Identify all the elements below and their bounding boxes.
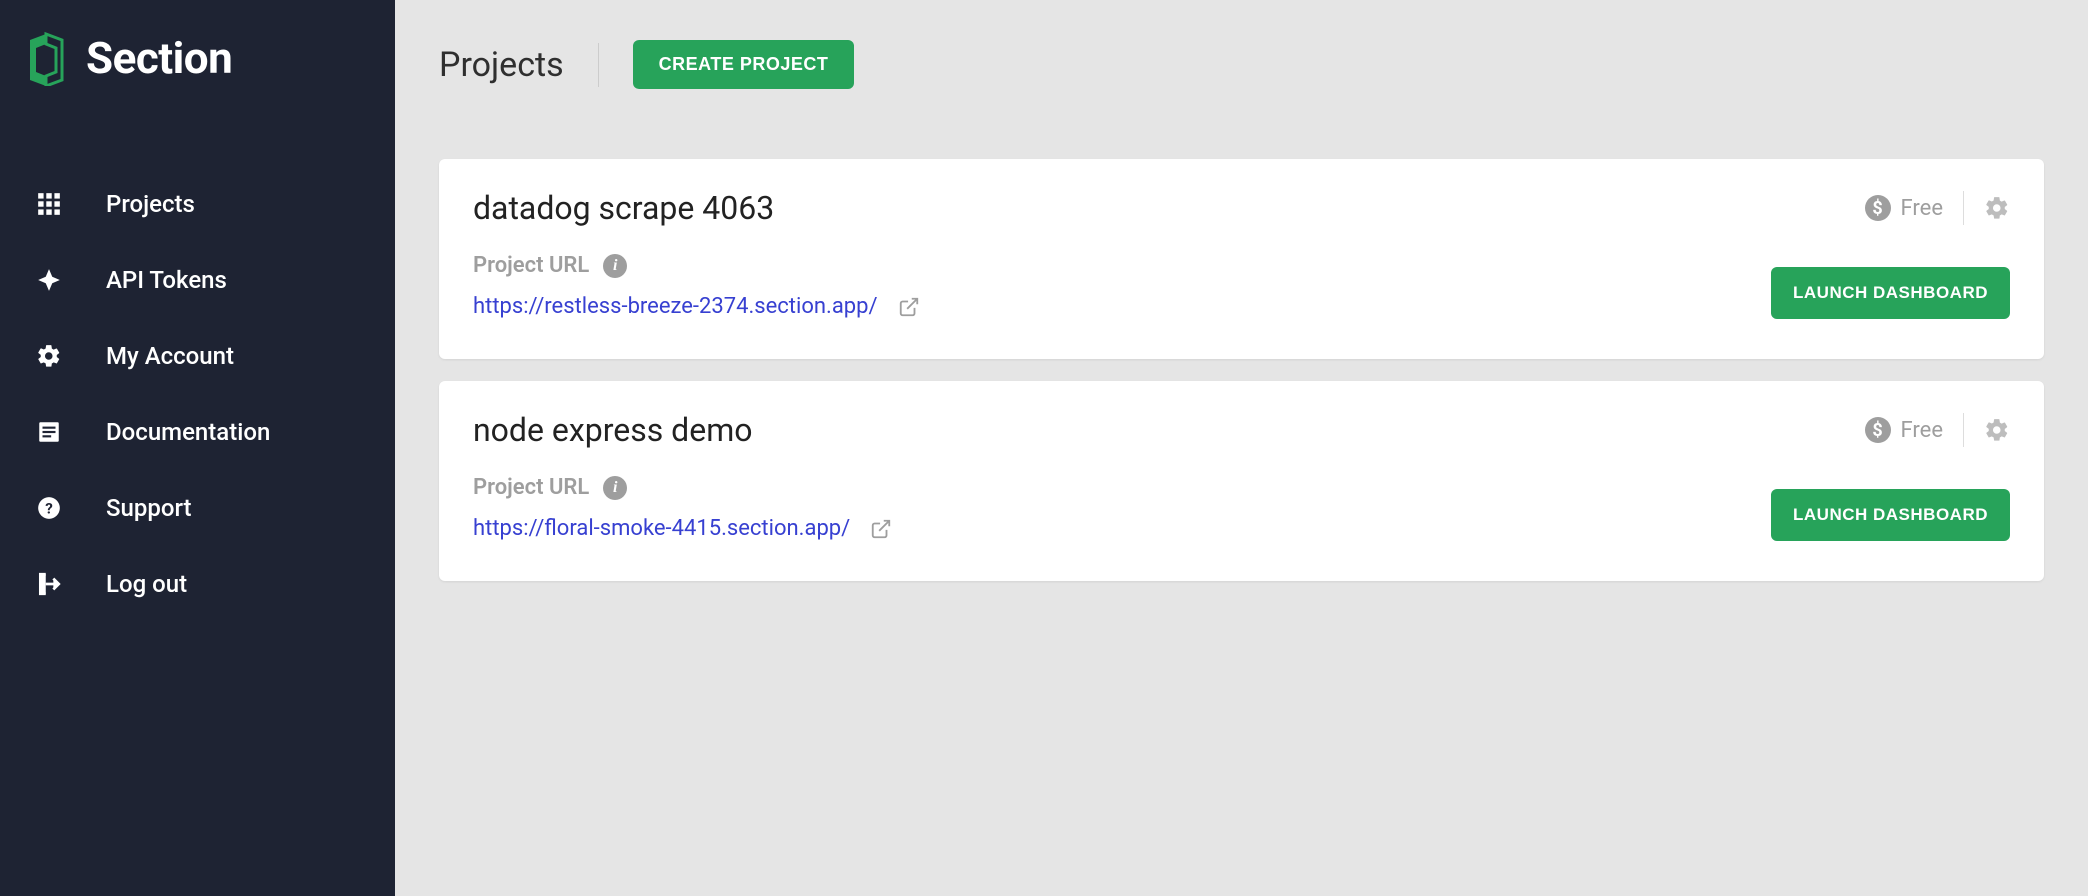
plan-badge: $ Free [1865,417,1943,443]
project-url-link[interactable]: https://restless-breeze-2374.section.app… [473,294,878,319]
project-url-label: Project URL [473,475,589,500]
launch-dashboard-button[interactable]: Launch Dashboard [1771,267,2010,319]
project-card-header: datadog scrape 4063 $ Free [473,189,2010,227]
sidebar-item-label: My Account [106,342,234,370]
meta-divider [1963,413,1964,447]
project-settings-button[interactable] [1984,417,2010,443]
main-content: Projects Create Project datadog scrape 4… [395,0,2088,896]
project-name: node express demo [473,411,753,449]
sidebar-item-support[interactable]: ? Support [0,470,395,546]
logout-icon [36,571,62,597]
plan-label: Free [1901,196,1943,221]
project-card: datadog scrape 4063 $ Free Project URL i [439,159,2044,359]
project-card-body: Project URL i https://restless-breeze-23… [473,253,2010,319]
api-icon [36,267,62,293]
plan-label: Free [1901,418,1943,443]
sidebar-item-logout[interactable]: Log out [0,546,395,622]
header-divider [598,43,599,87]
page-title: Projects [439,45,564,85]
project-url-block: Project URL i https://floral-smoke-4415.… [473,475,892,541]
project-url-link[interactable]: https://floral-smoke-4415.section.app/ [473,516,850,541]
project-card-body: Project URL i https://floral-smoke-4415.… [473,475,2010,541]
create-project-button[interactable]: Create Project [633,40,855,89]
project-url-row: https://restless-breeze-2374.section.app… [473,294,920,319]
sidebar-item-label: Support [106,494,192,522]
sidebar: Section Projects API Tokens My Account D… [0,0,395,896]
meta-divider [1963,191,1964,225]
project-url-block: Project URL i https://restless-breeze-23… [473,253,920,319]
project-name: datadog scrape 4063 [473,189,774,227]
project-url-row: https://floral-smoke-4415.section.app/ [473,516,892,541]
help-icon: ? [36,495,62,521]
info-icon[interactable]: i [603,254,627,278]
page-header: Projects Create Project [439,40,2044,89]
project-settings-button[interactable] [1984,195,2010,221]
project-meta: $ Free [1865,191,2010,225]
info-icon[interactable]: i [603,476,627,500]
external-link-icon[interactable] [870,518,892,540]
project-card: node express demo $ Free Project URL i [439,381,2044,581]
sidebar-item-documentation[interactable]: Documentation [0,394,395,470]
project-url-label: Project URL [473,253,589,278]
sidebar-item-api-tokens[interactable]: API Tokens [0,242,395,318]
brand: Section [0,30,395,126]
project-url-label-row: Project URL i [473,475,892,500]
brand-name: Section [86,32,232,84]
sidebar-item-label: Projects [106,190,195,218]
document-icon [36,419,62,445]
sidebar-item-projects[interactable]: Projects [0,166,395,242]
external-link-icon[interactable] [898,296,920,318]
dollar-icon: $ [1865,195,1891,221]
project-meta: $ Free [1865,413,2010,447]
plan-badge: $ Free [1865,195,1943,221]
sidebar-item-label: Log out [106,570,187,598]
launch-dashboard-button[interactable]: Launch Dashboard [1771,489,2010,541]
project-url-label-row: Project URL i [473,253,920,278]
grid-icon [36,191,62,217]
sidebar-item-my-account[interactable]: My Account [0,318,395,394]
sidebar-nav: Projects API Tokens My Account Documenta… [0,126,395,622]
section-logo-icon [24,30,68,86]
gear-icon [36,343,62,369]
project-card-header: node express demo $ Free [473,411,2010,449]
sidebar-item-label: Documentation [106,418,270,446]
svg-text:?: ? [45,499,53,517]
dollar-icon: $ [1865,417,1891,443]
sidebar-item-label: API Tokens [106,266,227,294]
